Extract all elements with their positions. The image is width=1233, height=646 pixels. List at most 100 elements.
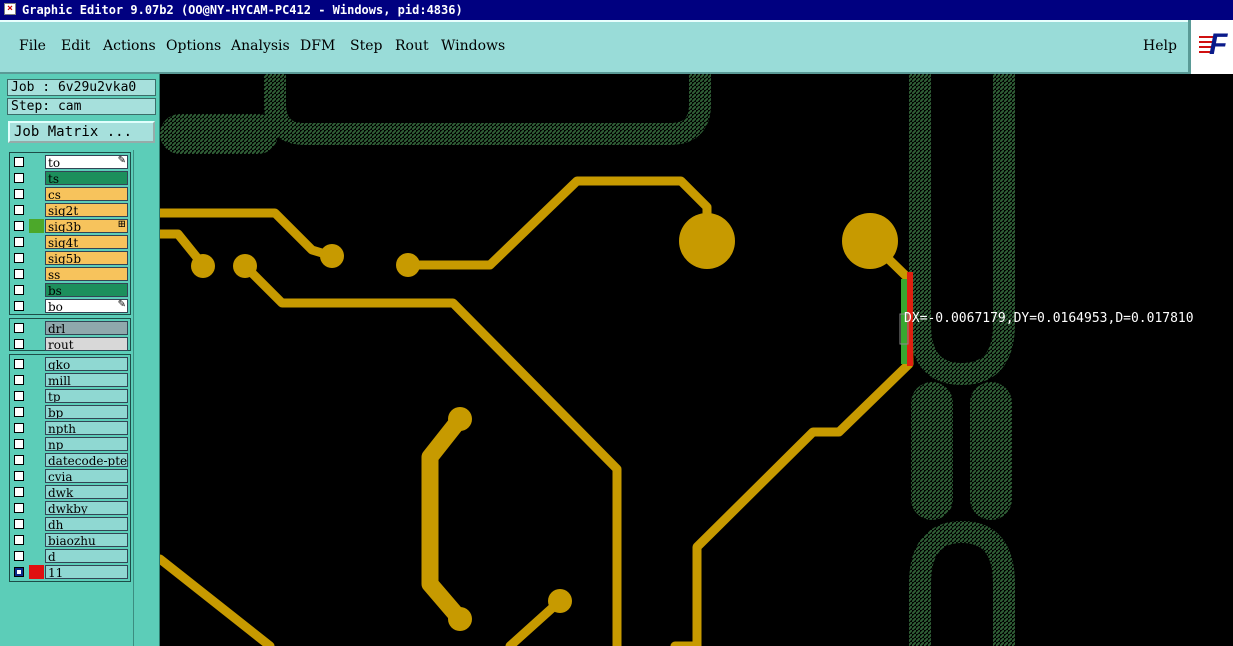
menu-analysis[interactable]: Analysis <box>231 38 290 54</box>
layer-checkbox[interactable] <box>14 189 24 199</box>
menu-file[interactable]: File <box>19 38 46 54</box>
layer-status-swatch[interactable] <box>29 283 44 297</box>
layer-checkbox[interactable] <box>14 407 24 417</box>
layer-row-rout[interactable]: rout <box>10 336 130 352</box>
layer-checkbox[interactable] <box>14 205 24 215</box>
layer-row-cvia[interactable]: cvia <box>10 468 130 484</box>
layer-status-swatch[interactable] <box>29 469 44 483</box>
layer-name[interactable]: mill <box>45 373 128 387</box>
layer-name[interactable]: drl <box>45 321 128 335</box>
layer-checkbox[interactable] <box>14 173 24 183</box>
layer-row-datecode-pte[interactable]: datecode-pte <box>10 452 130 468</box>
layer-name[interactable]: dwk <box>45 485 128 499</box>
layer-row-sig4t[interactable]: sig4t <box>10 234 130 250</box>
layer-checkbox[interactable] <box>14 323 24 333</box>
layer-status-swatch[interactable] <box>29 533 44 547</box>
layer-status-swatch[interactable] <box>29 565 44 579</box>
layer-checkbox[interactable] <box>14 237 24 247</box>
layer-row-np[interactable]: np <box>10 436 130 452</box>
layer-status-swatch[interactable] <box>29 517 44 531</box>
layer-checkbox[interactable] <box>14 339 24 349</box>
layer-status-swatch[interactable] <box>29 373 44 387</box>
layer-row-sig5b[interactable]: sig5b <box>10 250 130 266</box>
menu-options[interactable]: Options <box>166 38 221 54</box>
layer-row-gko[interactable]: gko <box>10 356 130 372</box>
menu-windows[interactable]: Windows <box>441 38 505 54</box>
layer-name[interactable]: npth <box>45 421 128 435</box>
layer-status-swatch[interactable] <box>29 219 44 233</box>
layer-name[interactable]: cvia <box>45 469 128 483</box>
layer-status-swatch[interactable] <box>29 171 44 185</box>
layer-status-swatch[interactable] <box>29 453 44 467</box>
layer-name[interactable]: dwkby <box>45 501 128 515</box>
menu-edit[interactable]: Edit <box>61 38 90 54</box>
app-icon[interactable]: × <box>4 3 16 15</box>
layer-checkbox[interactable] <box>14 471 24 481</box>
layer-checkbox[interactable] <box>14 359 24 369</box>
layer-status-swatch[interactable] <box>29 549 44 563</box>
layer-name[interactable]: datecode-pte <box>45 453 128 467</box>
layer-row-11[interactable]: 11 <box>10 564 130 580</box>
layer-row-mill[interactable]: mill <box>10 372 130 388</box>
layer-status-swatch[interactable] <box>29 321 44 335</box>
menu-dfm[interactable]: DFM <box>300 38 335 54</box>
layer-checkbox[interactable] <box>14 269 24 279</box>
layer-checkbox[interactable] <box>14 253 24 263</box>
layer-status-swatch[interactable] <box>29 485 44 499</box>
layer-status-swatch[interactable] <box>29 421 44 435</box>
layer-checkbox[interactable] <box>14 551 24 561</box>
menu-actions[interactable]: Actions <box>103 38 156 54</box>
layer-name[interactable]: bo <box>45 299 128 313</box>
layer-name[interactable]: tp <box>45 389 128 403</box>
layer-row-bo[interactable]: bo ✎ <box>10 298 130 314</box>
menu-step[interactable]: Step <box>350 38 382 54</box>
layer-row-tp[interactable]: tp <box>10 388 130 404</box>
layer-status-swatch[interactable] <box>29 357 44 371</box>
layer-checkbox[interactable] <box>14 535 24 545</box>
graphic-canvas[interactable]: DX=-0.0067179,DY=0.0164953,D=0.017810 <box>160 74 1233 646</box>
layer-name[interactable]: d <box>45 549 128 563</box>
layer-name[interactable]: sig5b <box>45 251 128 265</box>
layer-name[interactable]: bs <box>45 283 128 297</box>
job-matrix-button[interactable]: Job Matrix ... <box>8 121 155 143</box>
layer-name[interactable]: ss <box>45 267 128 281</box>
layer-status-swatch[interactable] <box>29 235 44 249</box>
layer-row-biaozhu[interactable]: biaozhu <box>10 532 130 548</box>
layer-status-swatch[interactable] <box>29 251 44 265</box>
layer-name[interactable]: biaozhu <box>45 533 128 547</box>
layer-row-sig2t[interactable]: sig2t <box>10 202 130 218</box>
layer-status-swatch[interactable] <box>29 501 44 515</box>
layer-checkbox[interactable] <box>14 487 24 497</box>
layer-row-bp[interactable]: bp <box>10 404 130 420</box>
layer-row-dwk[interactable]: dwk <box>10 484 130 500</box>
layer-checkbox[interactable] <box>14 519 24 529</box>
layer-status-swatch[interactable] <box>29 405 44 419</box>
layer-status-swatch[interactable] <box>29 437 44 451</box>
layer-name[interactable]: sig4t <box>45 235 128 249</box>
layer-name[interactable]: cs <box>45 187 128 201</box>
layer-row-sig3b[interactable]: sig3b ⊞ <box>10 218 130 234</box>
layer-row-dwkby[interactable]: dwkby <box>10 500 130 516</box>
layer-checkbox[interactable] <box>14 285 24 295</box>
layer-checkbox[interactable] <box>14 439 24 449</box>
layer-name[interactable]: sig3b <box>45 219 128 233</box>
layer-name[interactable]: np <box>45 437 128 451</box>
layer-row-ss[interactable]: ss <box>10 266 130 282</box>
layer-name[interactable]: sig2t <box>45 203 128 217</box>
layer-checkbox[interactable] <box>14 301 24 311</box>
layer-checkbox[interactable] <box>14 221 24 231</box>
layer-status-swatch[interactable] <box>29 299 44 313</box>
layer-row-bs[interactable]: bs <box>10 282 130 298</box>
layer-checkbox[interactable] <box>14 567 24 577</box>
layer-name[interactable]: 11 <box>45 565 128 579</box>
layer-status-swatch[interactable] <box>29 267 44 281</box>
menu-rout[interactable]: Rout <box>395 38 429 54</box>
layer-row-drl[interactable]: drl <box>10 320 130 336</box>
layer-row-d[interactable]: d <box>10 548 130 564</box>
layer-checkbox[interactable] <box>14 455 24 465</box>
layer-row-npth[interactable]: npth <box>10 420 130 436</box>
layer-checkbox[interactable] <box>14 157 24 167</box>
layer-list-scrollbar[interactable] <box>133 150 157 646</box>
layer-status-swatch[interactable] <box>29 389 44 403</box>
layer-status-swatch[interactable] <box>29 187 44 201</box>
